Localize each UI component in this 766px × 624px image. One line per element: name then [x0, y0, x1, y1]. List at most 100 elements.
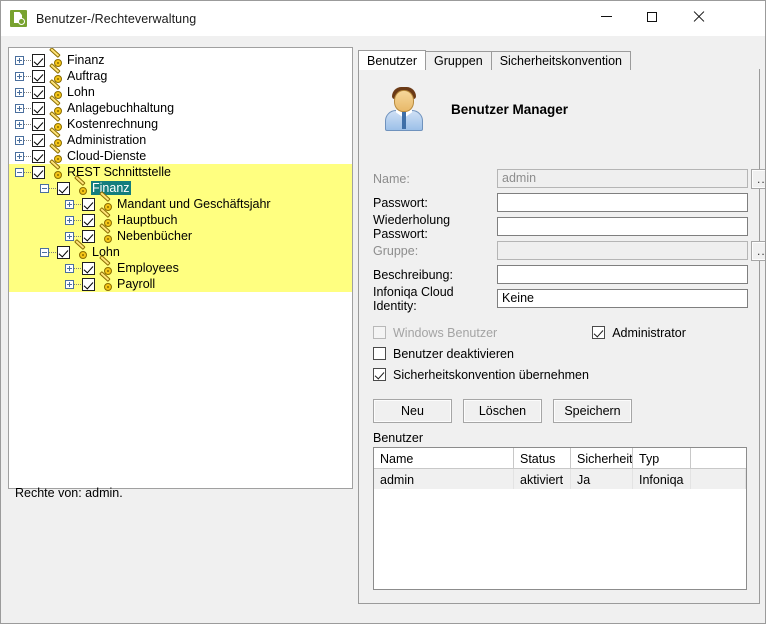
tree-node-checkbox[interactable] — [32, 165, 45, 179]
column-header[interactable]: Status — [514, 448, 571, 468]
table-row[interactable]: admin aktiviert Ja Infoniqa — [374, 469, 746, 489]
tree-node-checkbox[interactable] — [32, 117, 45, 131]
expand-icon[interactable] — [65, 263, 74, 273]
expand-icon[interactable] — [15, 103, 24, 113]
tree-node[interactable]: Auftrag — [9, 62, 352, 84]
maximize-icon — [647, 11, 657, 22]
field-input[interactable] — [497, 265, 748, 284]
field-input[interactable]: Keine — [497, 289, 748, 308]
tree-node[interactable]: Finanz — [9, 174, 352, 196]
tree-node-checkbox[interactable] — [32, 149, 45, 163]
expand-icon[interactable] — [65, 215, 74, 225]
tree-node-label: REST Schnittstelle — [67, 165, 171, 179]
browse-button[interactable]: ... — [751, 168, 765, 189]
field-label: Passwort: — [373, 195, 428, 210]
tree-node-checkbox[interactable] — [32, 85, 45, 99]
key-icon — [71, 174, 87, 195]
expand-icon[interactable] — [15, 87, 24, 97]
tree-node-label: Employees — [117, 261, 179, 275]
table-cell: Ja — [571, 469, 633, 489]
tree-node-label: Finanz — [67, 53, 105, 67]
benutzer-deaktivieren-label: Benutzer deaktivieren — [393, 346, 514, 361]
tree-node-checkbox[interactable] — [32, 101, 45, 115]
panel-header: Benutzer Manager — [381, 86, 568, 132]
tree-node-checkbox[interactable] — [57, 181, 70, 195]
field-input[interactable] — [497, 241, 748, 260]
form-row: Wiederholung Passwort: — [373, 213, 748, 241]
field-input[interactable] — [497, 193, 748, 212]
tree-node[interactable]: Lohn — [9, 78, 352, 100]
administrator-checkbox[interactable] — [592, 326, 606, 339]
close-icon — [692, 11, 704, 23]
expand-icon[interactable] — [65, 231, 74, 241]
tree-node[interactable]: Mandant und Geschäftsjahr — [9, 190, 352, 212]
windows-benutzer-checkbox[interactable] — [373, 326, 386, 339]
expand-icon[interactable] — [65, 279, 74, 289]
expand-icon[interactable] — [15, 119, 24, 129]
tree-node[interactable]: Payroll — [9, 270, 352, 292]
tree-node-label: Hauptbuch — [117, 213, 178, 227]
user-avatar-icon — [381, 86, 427, 132]
tree-node[interactable]: Nebenbücher — [9, 222, 352, 244]
column-header[interactable]: Sicherheit — [571, 448, 633, 468]
tab-sicherheitskonvention[interactable]: Sicherheitskonvention — [490, 51, 631, 70]
action-buttons: Neu Löschen Speichern — [373, 399, 632, 423]
tree-node[interactable]: Finanz — [9, 48, 352, 68]
permissions-tree[interactable]: Finanz Auftrag Lohn Anlagebuchhaltung Kosten… — [8, 47, 353, 489]
tree-node-checkbox[interactable] — [82, 197, 95, 211]
table-cell-filler — [691, 469, 746, 489]
administrator-label: Administrator — [612, 325, 686, 340]
tree-node-label: Kostenrechnung — [67, 117, 159, 131]
tree-node[interactable]: Cloud-Dienste — [9, 142, 352, 164]
expand-icon[interactable] — [15, 151, 24, 161]
tree-node-checkbox[interactable] — [32, 53, 45, 67]
table-cell: admin — [374, 469, 514, 489]
expand-icon[interactable] — [65, 199, 74, 209]
field-input[interactable] — [497, 217, 748, 236]
tree-node-checkbox[interactable] — [32, 69, 45, 83]
form-row: Gruppe:... — [373, 240, 765, 261]
save-button[interactable]: Speichern — [553, 399, 632, 423]
browse-button[interactable]: ... — [751, 240, 765, 261]
column-header[interactable]: Name — [374, 448, 514, 468]
tree-node-checkbox[interactable] — [82, 229, 95, 243]
tree-node-checkbox[interactable] — [82, 261, 95, 275]
tree-node[interactable]: REST Schnittstelle — [9, 158, 352, 180]
expand-icon[interactable] — [15, 71, 24, 81]
collapse-icon[interactable] — [40, 183, 49, 193]
tree-node[interactable]: Lohn — [9, 238, 352, 260]
tree-node-checkbox[interactable] — [57, 245, 70, 259]
tab-benutzer[interactable]: Benutzer — [358, 50, 427, 70]
key-icon — [46, 158, 62, 179]
tree-node[interactable]: Hauptbuch — [9, 206, 352, 228]
expand-icon[interactable] — [15, 135, 24, 145]
tree-connector — [24, 123, 32, 125]
expand-icon[interactable] — [15, 55, 24, 65]
field-label: Wiederholung Passwort: — [373, 212, 451, 241]
users-table[interactable]: Name Status Sicherheit Typ admin aktiviert Ja I… — [373, 447, 747, 590]
delete-button[interactable]: Löschen — [463, 399, 542, 423]
tree-node-checkbox[interactable] — [32, 133, 45, 147]
maximize-button[interactable] — [629, 1, 675, 32]
user-rights-management-window: Benutzer-/Rechteverwaltung Finanz Auftrag… — [0, 0, 766, 624]
sicherheitskonvention-checkbox[interactable] — [373, 368, 386, 381]
tree-node[interactable]: Administration — [9, 126, 352, 148]
column-header[interactable]: Typ — [633, 448, 691, 468]
collapse-icon[interactable] — [15, 167, 24, 177]
benutzer-deaktivieren-checkbox[interactable] — [373, 347, 386, 360]
field-label: Gruppe: — [373, 243, 419, 258]
new-button[interactable]: Neu — [373, 399, 452, 423]
tree-node[interactable]: Kostenrechnung — [9, 110, 352, 132]
tab-gruppen[interactable]: Gruppen — [425, 51, 492, 70]
collapse-icon[interactable] — [40, 247, 49, 257]
tree-node[interactable]: Anlagebuchhaltung — [9, 94, 352, 116]
field-input[interactable]: admin — [497, 169, 748, 188]
minimize-button[interactable] — [583, 1, 629, 32]
app-document-icon — [10, 10, 27, 27]
key-icon — [96, 222, 112, 243]
tree-node-checkbox[interactable] — [82, 213, 95, 227]
tree-node[interactable]: Employees — [9, 254, 352, 276]
tree-node-label: Anlagebuchhaltung — [67, 101, 175, 115]
tree-node-checkbox[interactable] — [82, 277, 95, 291]
close-button[interactable] — [675, 1, 721, 32]
